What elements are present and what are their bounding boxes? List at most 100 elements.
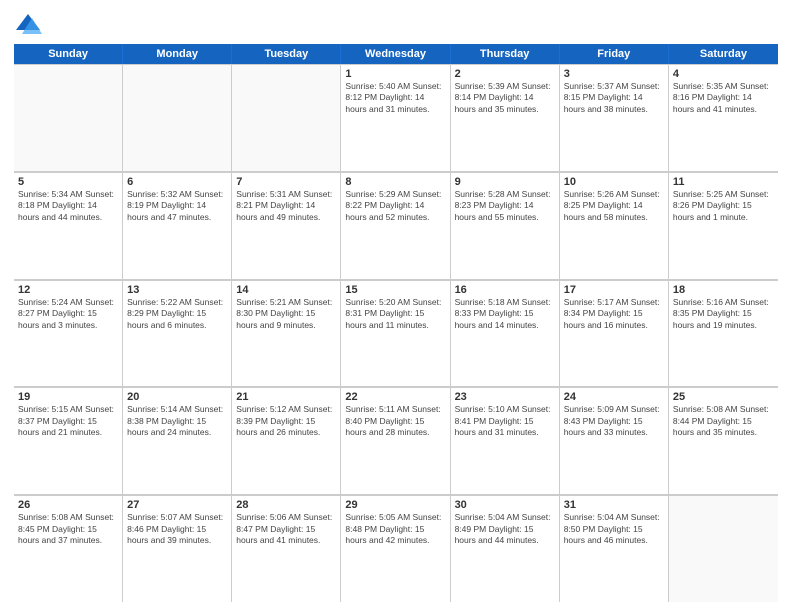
- day-number: 10: [564, 176, 664, 188]
- day-info: Sunrise: 5:29 AM Sunset: 8:22 PM Dayligh…: [345, 189, 445, 223]
- day-info: Sunrise: 5:11 AM Sunset: 8:40 PM Dayligh…: [345, 404, 445, 438]
- header-day-monday: Monday: [123, 44, 232, 64]
- day-info: Sunrise: 5:24 AM Sunset: 8:27 PM Dayligh…: [18, 297, 118, 331]
- day-cell-5: 5Sunrise: 5:34 AM Sunset: 8:18 PM Daylig…: [14, 172, 123, 279]
- day-number: 15: [345, 284, 445, 296]
- day-number: 1: [345, 68, 445, 80]
- day-cell-19: 19Sunrise: 5:15 AM Sunset: 8:37 PM Dayli…: [14, 387, 123, 494]
- day-number: 20: [127, 391, 227, 403]
- logo-icon: [14, 10, 42, 38]
- day-info: Sunrise: 5:40 AM Sunset: 8:12 PM Dayligh…: [345, 81, 445, 115]
- day-number: 23: [455, 391, 555, 403]
- day-number: 5: [18, 176, 118, 188]
- day-info: Sunrise: 5:25 AM Sunset: 8:26 PM Dayligh…: [673, 189, 774, 223]
- day-cell-3: 3Sunrise: 5:37 AM Sunset: 8:15 PM Daylig…: [560, 64, 669, 171]
- empty-cell: [232, 64, 341, 171]
- day-number: 18: [673, 284, 774, 296]
- day-cell-26: 26Sunrise: 5:08 AM Sunset: 8:45 PM Dayli…: [14, 495, 123, 602]
- day-cell-16: 16Sunrise: 5:18 AM Sunset: 8:33 PM Dayli…: [451, 280, 560, 387]
- day-info: Sunrise: 5:09 AM Sunset: 8:43 PM Dayligh…: [564, 404, 664, 438]
- day-number: 2: [455, 68, 555, 80]
- day-number: 17: [564, 284, 664, 296]
- day-number: 3: [564, 68, 664, 80]
- day-number: 31: [564, 499, 664, 511]
- day-cell-4: 4Sunrise: 5:35 AM Sunset: 8:16 PM Daylig…: [669, 64, 778, 171]
- day-info: Sunrise: 5:05 AM Sunset: 8:48 PM Dayligh…: [345, 512, 445, 546]
- day-cell-21: 21Sunrise: 5:12 AM Sunset: 8:39 PM Dayli…: [232, 387, 341, 494]
- day-info: Sunrise: 5:10 AM Sunset: 8:41 PM Dayligh…: [455, 404, 555, 438]
- day-info: Sunrise: 5:22 AM Sunset: 8:29 PM Dayligh…: [127, 297, 227, 331]
- day-cell-12: 12Sunrise: 5:24 AM Sunset: 8:27 PM Dayli…: [14, 280, 123, 387]
- day-cell-24: 24Sunrise: 5:09 AM Sunset: 8:43 PM Dayli…: [560, 387, 669, 494]
- header-day-tuesday: Tuesday: [232, 44, 341, 64]
- day-number: 22: [345, 391, 445, 403]
- day-cell-6: 6Sunrise: 5:32 AM Sunset: 8:19 PM Daylig…: [123, 172, 232, 279]
- calendar-week-2: 5Sunrise: 5:34 AM Sunset: 8:18 PM Daylig…: [14, 172, 778, 280]
- day-number: 27: [127, 499, 227, 511]
- calendar: SundayMondayTuesdayWednesdayThursdayFrid…: [14, 44, 778, 602]
- logo: [14, 10, 46, 38]
- day-cell-2: 2Sunrise: 5:39 AM Sunset: 8:14 PM Daylig…: [451, 64, 560, 171]
- day-info: Sunrise: 5:35 AM Sunset: 8:16 PM Dayligh…: [673, 81, 774, 115]
- day-cell-30: 30Sunrise: 5:04 AM Sunset: 8:49 PM Dayli…: [451, 495, 560, 602]
- day-number: 29: [345, 499, 445, 511]
- day-cell-7: 7Sunrise: 5:31 AM Sunset: 8:21 PM Daylig…: [232, 172, 341, 279]
- calendar-week-1: 1Sunrise: 5:40 AM Sunset: 8:12 PM Daylig…: [14, 64, 778, 172]
- day-info: Sunrise: 5:12 AM Sunset: 8:39 PM Dayligh…: [236, 404, 336, 438]
- day-cell-20: 20Sunrise: 5:14 AM Sunset: 8:38 PM Dayli…: [123, 387, 232, 494]
- day-number: 26: [18, 499, 118, 511]
- day-info: Sunrise: 5:06 AM Sunset: 8:47 PM Dayligh…: [236, 512, 336, 546]
- day-info: Sunrise: 5:18 AM Sunset: 8:33 PM Dayligh…: [455, 297, 555, 331]
- day-number: 19: [18, 391, 118, 403]
- calendar-week-5: 26Sunrise: 5:08 AM Sunset: 8:45 PM Dayli…: [14, 495, 778, 602]
- day-info: Sunrise: 5:16 AM Sunset: 8:35 PM Dayligh…: [673, 297, 774, 331]
- day-cell-28: 28Sunrise: 5:06 AM Sunset: 8:47 PM Dayli…: [232, 495, 341, 602]
- header-day-wednesday: Wednesday: [341, 44, 450, 64]
- empty-cell: [14, 64, 123, 171]
- day-number: 6: [127, 176, 227, 188]
- day-cell-13: 13Sunrise: 5:22 AM Sunset: 8:29 PM Dayli…: [123, 280, 232, 387]
- header-day-friday: Friday: [560, 44, 669, 64]
- day-cell-15: 15Sunrise: 5:20 AM Sunset: 8:31 PM Dayli…: [341, 280, 450, 387]
- day-cell-23: 23Sunrise: 5:10 AM Sunset: 8:41 PM Dayli…: [451, 387, 560, 494]
- day-cell-8: 8Sunrise: 5:29 AM Sunset: 8:22 PM Daylig…: [341, 172, 450, 279]
- day-number: 25: [673, 391, 774, 403]
- day-number: 24: [564, 391, 664, 403]
- day-info: Sunrise: 5:28 AM Sunset: 8:23 PM Dayligh…: [455, 189, 555, 223]
- day-number: 30: [455, 499, 555, 511]
- header-day-thursday: Thursday: [451, 44, 560, 64]
- day-number: 13: [127, 284, 227, 296]
- day-cell-14: 14Sunrise: 5:21 AM Sunset: 8:30 PM Dayli…: [232, 280, 341, 387]
- day-info: Sunrise: 5:31 AM Sunset: 8:21 PM Dayligh…: [236, 189, 336, 223]
- day-info: Sunrise: 5:21 AM Sunset: 8:30 PM Dayligh…: [236, 297, 336, 331]
- calendar-week-4: 19Sunrise: 5:15 AM Sunset: 8:37 PM Dayli…: [14, 387, 778, 495]
- day-info: Sunrise: 5:07 AM Sunset: 8:46 PM Dayligh…: [127, 512, 227, 546]
- day-info: Sunrise: 5:32 AM Sunset: 8:19 PM Dayligh…: [127, 189, 227, 223]
- empty-cell: [669, 495, 778, 602]
- day-cell-11: 11Sunrise: 5:25 AM Sunset: 8:26 PM Dayli…: [669, 172, 778, 279]
- day-number: 8: [345, 176, 445, 188]
- day-number: 7: [236, 176, 336, 188]
- day-info: Sunrise: 5:39 AM Sunset: 8:14 PM Dayligh…: [455, 81, 555, 115]
- day-info: Sunrise: 5:04 AM Sunset: 8:49 PM Dayligh…: [455, 512, 555, 546]
- day-number: 14: [236, 284, 336, 296]
- day-cell-27: 27Sunrise: 5:07 AM Sunset: 8:46 PM Dayli…: [123, 495, 232, 602]
- day-info: Sunrise: 5:14 AM Sunset: 8:38 PM Dayligh…: [127, 404, 227, 438]
- empty-cell: [123, 64, 232, 171]
- page: SundayMondayTuesdayWednesdayThursdayFrid…: [0, 0, 792, 612]
- day-cell-29: 29Sunrise: 5:05 AM Sunset: 8:48 PM Dayli…: [341, 495, 450, 602]
- day-number: 16: [455, 284, 555, 296]
- day-info: Sunrise: 5:15 AM Sunset: 8:37 PM Dayligh…: [18, 404, 118, 438]
- calendar-header: SundayMondayTuesdayWednesdayThursdayFrid…: [14, 44, 778, 64]
- day-cell-22: 22Sunrise: 5:11 AM Sunset: 8:40 PM Dayli…: [341, 387, 450, 494]
- calendar-body: 1Sunrise: 5:40 AM Sunset: 8:12 PM Daylig…: [14, 64, 778, 602]
- day-cell-1: 1Sunrise: 5:40 AM Sunset: 8:12 PM Daylig…: [341, 64, 450, 171]
- day-info: Sunrise: 5:26 AM Sunset: 8:25 PM Dayligh…: [564, 189, 664, 223]
- day-info: Sunrise: 5:37 AM Sunset: 8:15 PM Dayligh…: [564, 81, 664, 115]
- day-info: Sunrise: 5:08 AM Sunset: 8:45 PM Dayligh…: [18, 512, 118, 546]
- day-cell-10: 10Sunrise: 5:26 AM Sunset: 8:25 PM Dayli…: [560, 172, 669, 279]
- day-number: 11: [673, 176, 774, 188]
- day-number: 21: [236, 391, 336, 403]
- header: [14, 10, 778, 38]
- day-cell-17: 17Sunrise: 5:17 AM Sunset: 8:34 PM Dayli…: [560, 280, 669, 387]
